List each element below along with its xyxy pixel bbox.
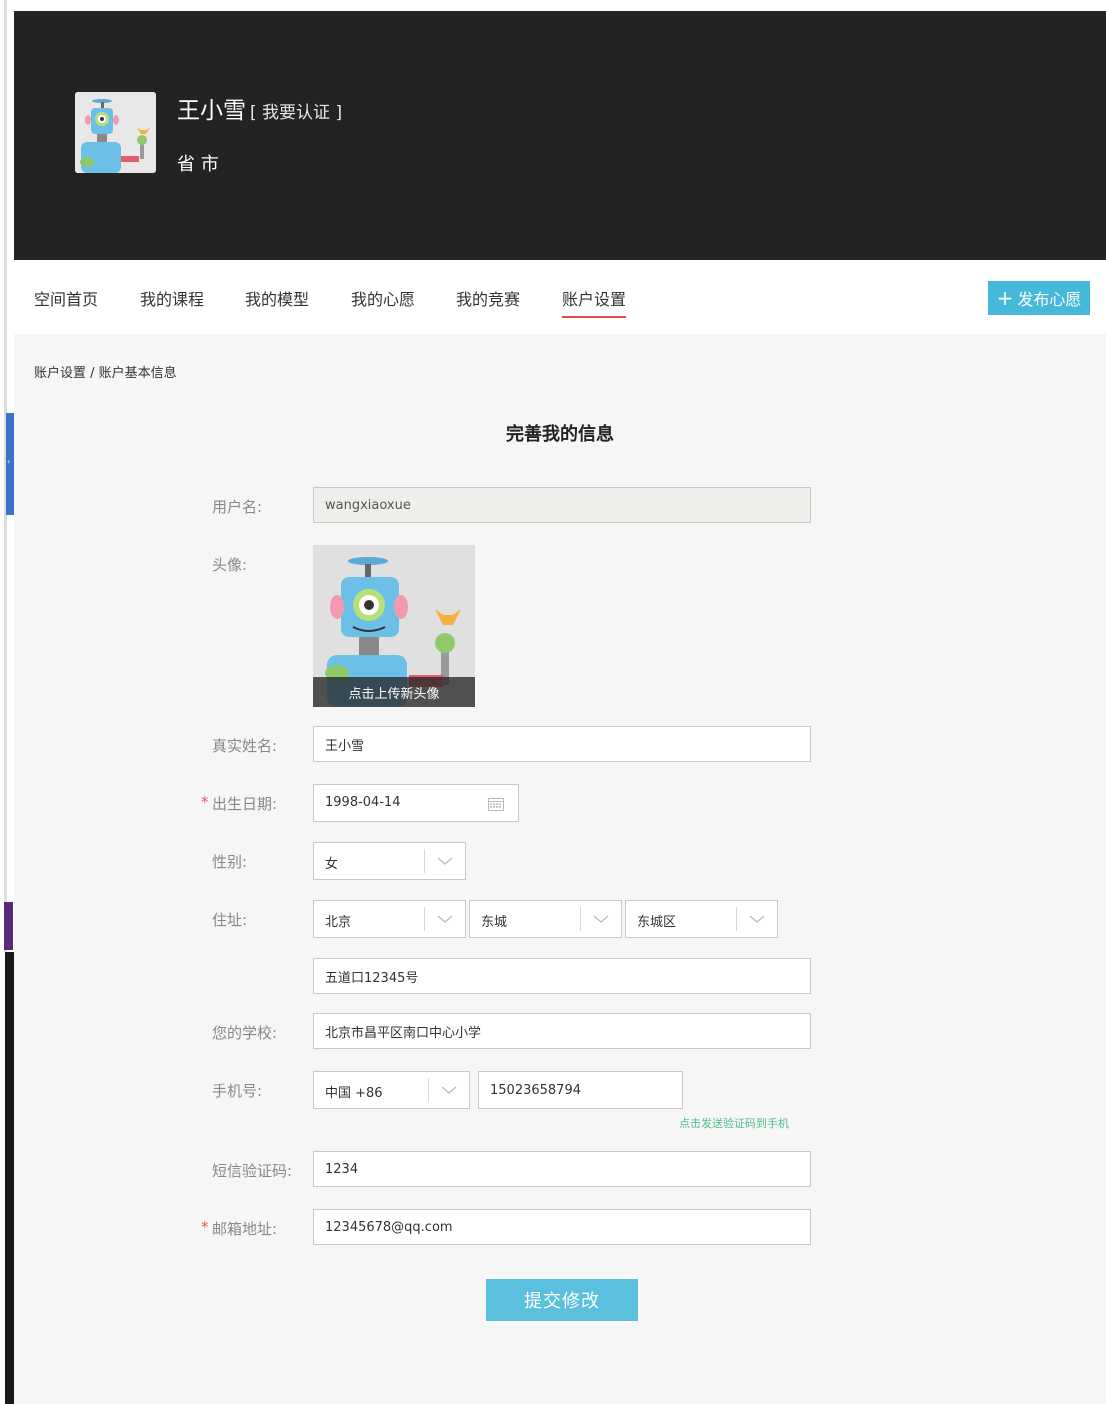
chevron-down-icon: [437, 915, 453, 923]
profile-header: 王小雪[ 我要认证 ] 省 市: [14, 11, 1106, 260]
birthday-value: 1998-04-14: [325, 795, 401, 810]
submit-button[interactable]: 提交修改: [486, 1279, 638, 1321]
required-marker: *: [201, 1218, 209, 1236]
avatar-upload[interactable]: 点击上传新头像: [313, 545, 475, 707]
plus-icon: +: [996, 286, 1014, 310]
birthday-field[interactable]: 1998-04-14: [313, 784, 519, 822]
address-detail-field[interactable]: [313, 958, 811, 994]
tab-account-settings[interactable]: 账户设置: [562, 286, 627, 318]
birthday-label: * 出生日期:: [201, 793, 278, 814]
breadcrumb: 账户设置 / 账户基本信息: [34, 366, 177, 381]
school-field[interactable]: [313, 1013, 811, 1049]
real-name-label: 真实姓名:: [212, 737, 278, 755]
form-title: 完善我的信息: [506, 424, 614, 445]
window-left-edge: ‹: [0, 0, 14, 1404]
space-nav: 空间首页 我的课程 我的模型 我的心愿 我的竞赛 账户设置 + 发布心愿: [14, 260, 1106, 334]
chevron-down-icon: [437, 857, 453, 865]
phone-field[interactable]: [478, 1071, 683, 1109]
tab-my-competitions[interactable]: 我的竞赛: [456, 286, 520, 316]
address-label: 住址:: [212, 911, 248, 929]
avatar-upload-hint: 点击上传新头像: [313, 677, 475, 707]
gender-label: 性别:: [212, 853, 248, 871]
robot-avatar-icon: [75, 92, 156, 173]
header-avatar[interactable]: [75, 92, 156, 173]
tab-space-home[interactable]: 空间首页: [34, 286, 98, 316]
country-code-value: 中国 +86: [325, 1086, 383, 1101]
chevron-down-icon: [749, 915, 765, 923]
city-select[interactable]: 东城: [469, 900, 622, 938]
school-label: 您的学校:: [212, 1024, 278, 1042]
publish-wish-button[interactable]: + 发布心愿: [988, 281, 1090, 315]
birthday-label-text: 出生日期:: [212, 795, 278, 813]
user-location: 省 市: [177, 154, 219, 175]
chevron-down-icon: [593, 915, 609, 923]
user-name-text: 王小雪: [177, 98, 246, 124]
tab-my-wishes[interactable]: 我的心愿: [351, 286, 415, 316]
user-name: 王小雪[ 我要认证 ]: [177, 91, 342, 125]
email-field[interactable]: [313, 1209, 811, 1245]
username-label: 用户名:: [212, 498, 263, 516]
account-content: 账户设置 / 账户基本信息 完善我的信息 用户名: 头像: 点击上传新头像: [14, 334, 1106, 1404]
sms-code-label: 短信验证码:: [212, 1162, 293, 1180]
country-code-select[interactable]: 中国 +86: [313, 1071, 470, 1109]
province-value: 北京: [325, 915, 352, 930]
chevron-down-icon: [441, 1086, 457, 1094]
email-label: * 邮箱地址:: [201, 1218, 278, 1239]
phone-label: 手机号:: [212, 1082, 263, 1100]
verify-link[interactable]: [ 我要认证 ]: [250, 103, 342, 123]
tab-my-courses[interactable]: 我的课程: [140, 286, 204, 316]
username-field[interactable]: [313, 487, 811, 523]
sms-code-field[interactable]: [313, 1151, 811, 1187]
tab-my-models[interactable]: 我的模型: [245, 286, 309, 316]
side-collapse-tab[interactable]: ‹: [6, 413, 14, 515]
required-marker: *: [201, 793, 209, 811]
district-value: 东城区: [637, 915, 677, 930]
district-select[interactable]: 东城区: [625, 900, 778, 938]
email-label-text: 邮箱地址:: [212, 1220, 278, 1238]
province-select[interactable]: 北京: [313, 900, 466, 938]
side-purple-tab: [4, 902, 13, 950]
chevron-left-icon: ‹: [7, 457, 11, 466]
real-name-field[interactable]: [313, 726, 811, 762]
gender-value: 女: [325, 857, 339, 872]
avatar-label: 头像:: [212, 556, 248, 574]
city-value: 东城: [481, 915, 508, 930]
publish-wish-label: 发布心愿: [1017, 290, 1082, 309]
calendar-icon[interactable]: [488, 797, 504, 811]
send-code-link[interactable]: 点击发送验证码到手机: [679, 1115, 789, 1131]
gender-select[interactable]: 女: [313, 842, 466, 880]
